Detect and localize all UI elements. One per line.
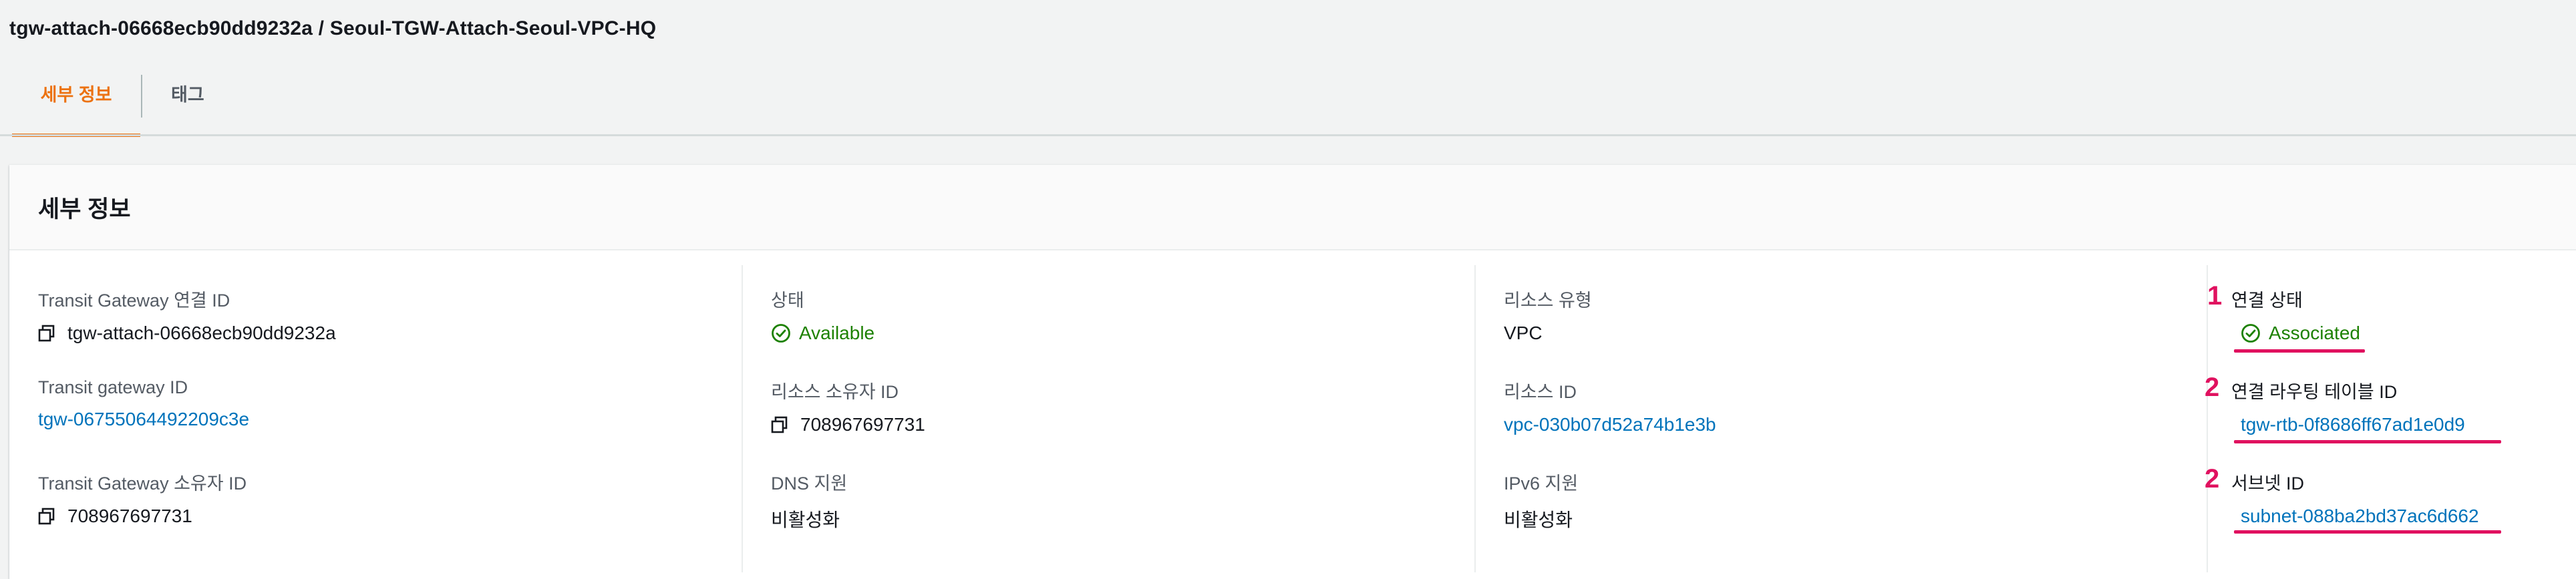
annotation-marker-3: 2 [2205, 464, 2220, 494]
tgw-id-label: Transit gateway ID [38, 377, 188, 397]
resource-type-value: VPC [1504, 323, 1543, 343]
attachment-id-text: tgw-attach-06668ecb90dd9232a [67, 323, 336, 343]
field-resource-owner-id: 리소스 소유자 ID 708967697731 [771, 377, 925, 435]
dns-support-value: 비활성화 [771, 510, 840, 530]
field-resource-id: 리소스 ID vpc-030b07d52a74b1e3b [1504, 377, 1716, 435]
tab-bar: 세부 정보 태그 [12, 72, 2576, 137]
annotation-marker-2: 2 [2205, 373, 2220, 402]
subnet-id-link[interactable]: subnet-088ba2bd37ac6d662 [2241, 506, 2479, 527]
field-tgw-id: Transit gateway ID tgw-06755064492209c3e [38, 377, 249, 430]
annotation-underline [2234, 440, 2501, 443]
details-panel: 세부 정보 Transit Gateway 연결 ID tgw-attach-0… [9, 164, 2576, 579]
ipv6-support-value: 비활성화 [1504, 510, 1573, 530]
column-divider [742, 265, 743, 572]
resource-id-link[interactable]: vpc-030b07d52a74b1e3b [1504, 414, 1716, 435]
field-associated-route-table-id: 연결 라우팅 테이블 ID tgw-rtb-0f8686ff67ad1e0d9 [2231, 377, 2465, 435]
panel-header: 세부 정보 [9, 165, 2576, 250]
ipv6-support-label: IPv6 지원 [1504, 473, 1579, 494]
route-table-id-link[interactable]: tgw-rtb-0f8686ff67ad1e0d9 [2241, 414, 2465, 435]
tgw-id-value: tgw-06755064492209c3e [38, 409, 249, 430]
state-value: Available [771, 323, 874, 344]
attachment-id-value: tgw-attach-06668ecb90dd9232a [38, 323, 336, 344]
column-divider [1474, 265, 1476, 572]
tgw-owner-id-label: Transit Gateway 소유자 ID [38, 473, 247, 494]
dns-support-label: DNS 지원 [771, 473, 848, 494]
tab-details[interactable]: 세부 정보 [12, 72, 140, 137]
column-divider [2207, 265, 2208, 572]
tgw-owner-id-text: 708967697731 [67, 506, 192, 526]
panel-title: 세부 정보 [38, 196, 131, 222]
annotation-marker-1: 1 [2207, 281, 2223, 311]
tab-separator [141, 75, 142, 118]
association-state-text: Associated [2269, 323, 2360, 343]
association-state-value: Associated [2241, 323, 2360, 344]
copy-icon[interactable] [38, 325, 55, 342]
check-circle-icon [2241, 323, 2261, 343]
resource-owner-id-value: 708967697731 [771, 414, 925, 435]
field-subnet-id: 서브넷 ID subnet-088ba2bd37ac6d662 [2231, 469, 2479, 527]
annotation-underline [2234, 530, 2501, 534]
copy-icon[interactable] [38, 508, 55, 525]
field-association-state: 연결 상태 Associated [2231, 286, 2360, 344]
tgw-owner-id-value: 708967697731 [38, 506, 247, 527]
field-state: 상태 Available [771, 286, 874, 344]
resource-id-label: 리소스 ID [1504, 382, 1577, 402]
field-resource-type: 리소스 유형 VPC [1504, 286, 1592, 344]
field-attachment-id: Transit Gateway 연결 ID tgw-attach-06668ec… [38, 286, 336, 344]
subnet-id-label: 서브넷 ID [2231, 473, 2305, 494]
resource-id-value: vpc-030b07d52a74b1e3b [1504, 414, 1716, 435]
annotation-underline [2234, 349, 2365, 353]
resource-owner-id-text: 708967697731 [800, 414, 925, 435]
tgw-id-link[interactable]: tgw-06755064492209c3e [38, 409, 249, 430]
route-table-id-value: tgw-rtb-0f8686ff67ad1e0d9 [2241, 414, 2465, 435]
route-table-id-label: 연결 라우팅 테이블 ID [2231, 382, 2398, 402]
subnet-id-value: subnet-088ba2bd37ac6d662 [2241, 506, 2479, 527]
resource-type-label: 리소스 유형 [1504, 291, 1592, 311]
check-circle-icon [771, 323, 791, 343]
field-ipv6-support: IPv6 지원 비활성화 [1504, 469, 1578, 532]
tab-tags[interactable]: 태그 [171, 72, 204, 134]
tabs-divider [0, 134, 2576, 136]
state-text: Available [799, 323, 875, 343]
attachment-id-label: Transit Gateway 연결 ID [38, 291, 230, 311]
copy-icon[interactable] [771, 416, 788, 433]
state-label: 상태 [771, 291, 804, 311]
field-tgw-owner-id: Transit Gateway 소유자 ID 708967697731 [38, 469, 247, 527]
association-state-label: 연결 상태 [2231, 291, 2303, 311]
page-title: tgw-attach-06668ecb90dd9232a / Seoul-TGW… [9, 17, 657, 39]
field-dns-support: DNS 지원 비활성화 [771, 469, 847, 532]
resource-owner-id-label: 리소스 소유자 ID [771, 382, 899, 402]
